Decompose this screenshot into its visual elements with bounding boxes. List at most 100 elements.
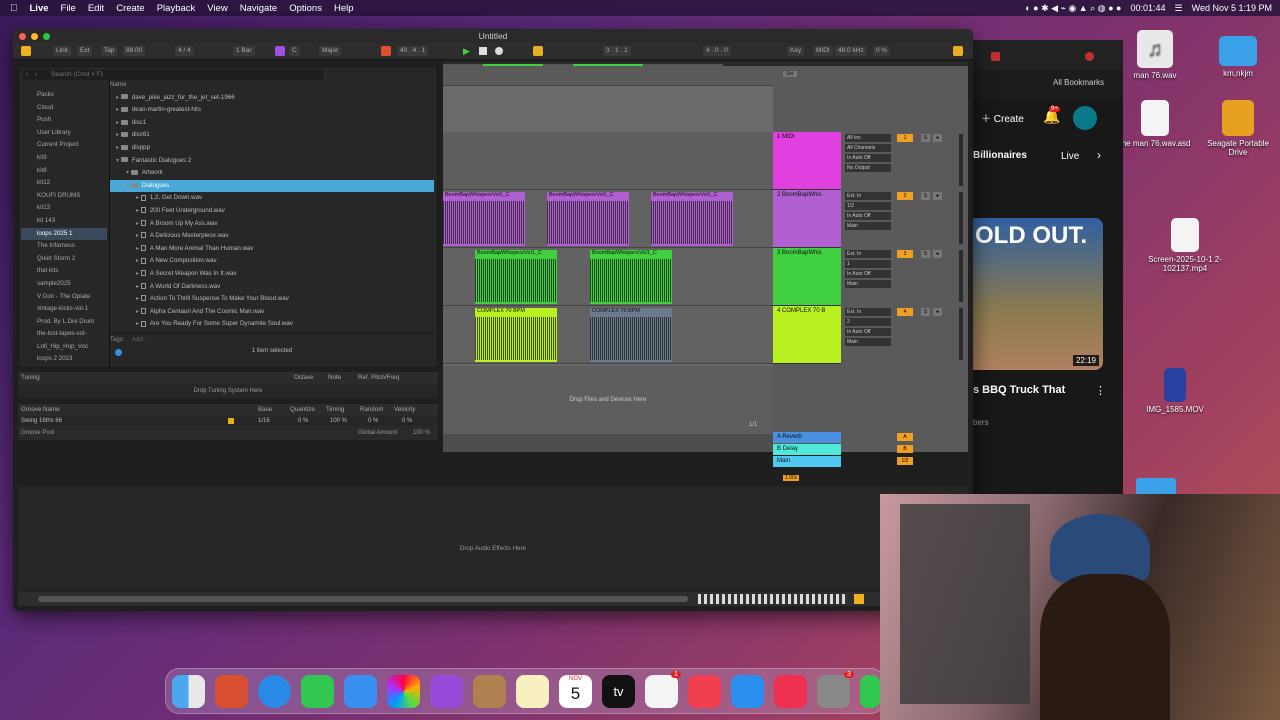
menu-edit[interactable]: Edit xyxy=(88,3,104,14)
place-item[interactable]: kit13 xyxy=(21,202,107,215)
maximize-window-icon[interactable] xyxy=(43,33,50,40)
notes-icon[interactable] xyxy=(516,675,549,708)
file-row[interactable]: ▸ A Broom Up My Ass.wav xyxy=(110,218,434,231)
set-button[interactable]: Set xyxy=(783,71,797,77)
link-button[interactable]: Link xyxy=(53,46,71,56)
chevron-right-icon[interactable]: › xyxy=(1097,148,1101,162)
io-in-select[interactable]: Ext. In xyxy=(845,308,891,316)
tempo-field[interactable]: 88.00 xyxy=(123,46,146,56)
file-row[interactable]: ▸ Action To Thrill Suspense To Make Your… xyxy=(110,293,434,306)
audio-clip[interactable]: COMPLEX 70 BPM xyxy=(590,308,672,362)
place-item[interactable]: Current Project xyxy=(21,139,107,152)
audio-clip[interactable]: BoomBapWhispersVol1_C xyxy=(547,192,629,246)
desktop-mov-file[interactable]: IMG_1585.MOV xyxy=(1135,368,1215,414)
place-item[interactable]: The Infamous xyxy=(21,240,107,253)
folder-row[interactable]: ▸ disc1 xyxy=(110,117,434,130)
control-center-icon[interactable]: ☰ xyxy=(1175,3,1183,14)
drop-files-zone[interactable]: Drop Files and Devices Here xyxy=(443,366,773,434)
back-icon[interactable]: ‹ xyxy=(26,70,28,80)
tags-add[interactable]: Add... xyxy=(132,337,148,343)
place-item[interactable]: Packs xyxy=(21,89,107,102)
status-icons[interactable]: ◐ ● ✱ ◀ ⌁ ◉ ▲ ⌕ ◍ ● ● xyxy=(1025,3,1121,14)
place-item[interactable]: the-lost-tapes-vol- xyxy=(21,328,107,341)
groove-hot-swap-icon[interactable] xyxy=(228,418,234,424)
file-row[interactable]: ▸ A Secret Weapon Was In It.wav xyxy=(110,268,434,281)
return-activator[interactable]: B xyxy=(897,445,913,453)
return-activator[interactable]: 1/2 xyxy=(897,457,913,465)
beat-ruler[interactable] xyxy=(443,66,773,86)
groove-timing[interactable]: 100 % xyxy=(330,416,347,426)
clip-keyboard-strip[interactable] xyxy=(698,594,848,604)
return-activator[interactable]: A xyxy=(897,433,913,441)
menu-icon[interactable] xyxy=(953,46,963,56)
settings-icon[interactable] xyxy=(817,675,850,708)
place-item[interactable]: Lofi_Hip_Hop_Voc xyxy=(21,341,107,354)
all-bookmarks[interactable]: All Bookmarks xyxy=(1053,78,1104,87)
file-row[interactable]: ▸ A Delicious Masterpiece.wav xyxy=(110,230,434,243)
place-item[interactable]: kit 143 xyxy=(21,215,107,228)
track-title[interactable]: 2 BoomBapWhis xyxy=(773,190,841,248)
place-item[interactable]: Quiet Storm 2 xyxy=(21,253,107,266)
play-icon[interactable]: ▶ xyxy=(463,46,470,57)
place-item[interactable]: vintage-kicks-vol-1 xyxy=(21,303,107,316)
file-row[interactable]: ▸ 1,2, Get Down.wav xyxy=(110,192,434,205)
solo-button[interactable]: S xyxy=(921,192,930,200)
track-activator[interactable]: 3 xyxy=(897,250,913,258)
menu-playback[interactable]: Playback xyxy=(157,3,196,14)
io-ch-select[interactable]: 2 xyxy=(845,318,891,326)
io-in-select[interactable]: All Ins xyxy=(845,134,891,142)
folder-row[interactable]: ▾ Artwork xyxy=(110,167,434,180)
track-activator[interactable]: 1 xyxy=(897,134,913,142)
io-ch-select[interactable]: 1/2 xyxy=(845,202,891,210)
groove-velocity[interactable]: 0 % xyxy=(402,416,412,426)
audio-clip[interactable]: COMPLEX 70 BPM xyxy=(475,308,557,362)
place-item[interactable]: Prod. By L.Dre Drum xyxy=(21,316,107,329)
mail-icon[interactable] xyxy=(344,675,377,708)
groove-row[interactable]: Swing 16ths 66 1/16 0 % 100 % 0 % 0 % xyxy=(18,416,438,426)
io-mon-select[interactable]: In Auto Off xyxy=(845,270,891,278)
name-column-header[interactable]: Name xyxy=(110,79,434,92)
video-thumbnail[interactable]: OLD OUT. 22:19 xyxy=(973,218,1103,370)
menu-help[interactable]: Help xyxy=(334,3,354,14)
arm-button[interactable]: ● xyxy=(933,250,942,258)
io-mon-select[interactable]: In Auto Off xyxy=(845,212,891,220)
browser-toggle-icon[interactable] xyxy=(21,46,31,56)
podcasts-icon[interactable] xyxy=(430,675,463,708)
place-item[interactable]: KOUFI DRUMS xyxy=(21,190,107,203)
extension-icon[interactable] xyxy=(991,52,1000,61)
forward-icon[interactable]: › xyxy=(35,70,37,80)
track-activator[interactable]: 4 xyxy=(897,308,913,316)
groove-quantize[interactable]: 0 % xyxy=(298,416,308,426)
audio-clip[interactable]: BoomBapWhispersVol1_C xyxy=(651,192,733,246)
io-out-select[interactable]: Main xyxy=(845,280,891,288)
global-amount[interactable]: 100 % xyxy=(413,426,430,440)
menu-file[interactable]: File xyxy=(61,3,76,14)
place-item[interactable]: loops 2 2023 xyxy=(21,353,107,366)
apple-menu-icon[interactable]:  xyxy=(10,3,18,14)
menu-create[interactable]: Create xyxy=(116,3,145,14)
song-position[interactable]: 40 . 4 . 1 xyxy=(397,46,429,56)
track-activator[interactable]: 2 xyxy=(897,192,913,200)
menu-app[interactable]: Live xyxy=(30,3,49,14)
return-track[interactable]: Main xyxy=(773,456,841,467)
news-icon[interactable] xyxy=(688,675,721,708)
solo-button[interactable]: S xyxy=(921,250,930,258)
io-in-select[interactable]: Ext. In xyxy=(845,250,891,258)
stop-icon[interactable] xyxy=(479,47,487,55)
calendar-icon[interactable]: NOV 5 xyxy=(559,675,592,708)
io-ch-select[interactable]: All Channels xyxy=(845,144,891,152)
safari-icon[interactable] xyxy=(258,675,291,708)
avatar[interactable] xyxy=(1073,106,1097,130)
groove-random[interactable]: 0 % xyxy=(368,416,378,426)
profile-icon[interactable] xyxy=(1085,52,1094,61)
io-ch-select[interactable]: 1 xyxy=(845,260,891,268)
place-item[interactable]: sample2025 xyxy=(21,278,107,291)
tap-tempo-button[interactable]: Tap xyxy=(101,46,118,56)
audio-clip[interactable]: BoomBapWhispersVol1_C xyxy=(443,192,525,246)
io-in-select[interactable]: Ext. In xyxy=(845,192,891,200)
audio-clip[interactable]: BoomBapWhispersVol1_C xyxy=(590,250,672,304)
scale-select[interactable]: Major xyxy=(319,46,342,56)
loop-start[interactable]: 3 . 1 . 1 xyxy=(603,46,631,56)
arm-button[interactable]: ● xyxy=(933,134,942,142)
chip-billionaires[interactable]: Billionaires xyxy=(973,150,1027,161)
